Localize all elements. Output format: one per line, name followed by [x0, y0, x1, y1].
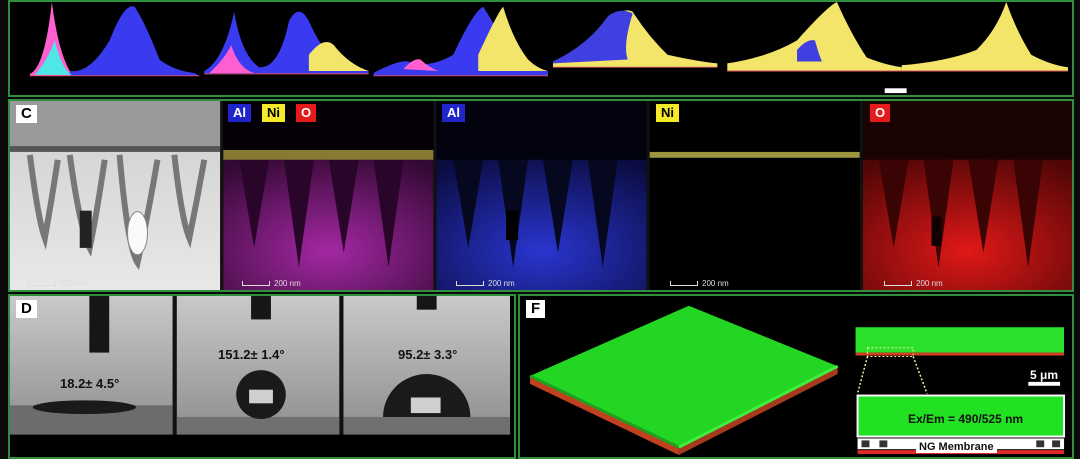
scale-label: 5 μm: [1030, 368, 1059, 382]
fluorescence-images: [529, 305, 1066, 456]
o-map-tile: O 200 nm: [866, 101, 1072, 290]
panel-d-label: D: [16, 300, 37, 318]
panel-d: D 18.2± 4.5° 151.2± 1.4° 95.2± 3.3°: [8, 294, 516, 459]
al-tag: Al: [228, 104, 251, 122]
ni-tag: Ni: [262, 104, 285, 122]
ni-map-tile: Ni 200 nm: [652, 101, 863, 290]
al-map-tile: Al 200 nm: [438, 101, 649, 290]
scale-bar: 200 nm: [242, 279, 301, 288]
contact-angle-3: 95.2± 3.3°: [398, 347, 458, 362]
panel-c: C 200 nm Al Ni O 200 nm Al 200 nm Ni 200…: [8, 99, 1074, 292]
scale-bar: 200 nm: [884, 279, 943, 288]
scale-bar: 200 nm: [28, 279, 87, 288]
contact-angle-1: 18.2± 4.5°: [60, 376, 120, 391]
membrane-label: NG Membrane: [916, 441, 997, 453]
o-tag: O: [870, 104, 891, 122]
panel-f: F 5 μm Ex/Em = 490/525 nm NG Membrane: [518, 294, 1074, 459]
ni-tag: Ni: [656, 104, 679, 122]
spectra-panel: [8, 0, 1074, 97]
contact-angle-2: 151.2± 1.4°: [218, 347, 285, 362]
al-tag: Al: [442, 104, 465, 122]
scale-bar: 200 nm: [456, 279, 515, 288]
panel-f-label: F: [526, 300, 546, 318]
ex-em-label: Ex/Em = 490/525 nm: [908, 412, 1024, 426]
composite-map-tile: Al Ni O 200 nm: [224, 101, 435, 290]
tem-tile: 200 nm: [10, 101, 221, 290]
o-tag: O: [296, 104, 317, 122]
scale-bar: 200 nm: [670, 279, 729, 288]
spectra-peaks: [29, 2, 1069, 94]
